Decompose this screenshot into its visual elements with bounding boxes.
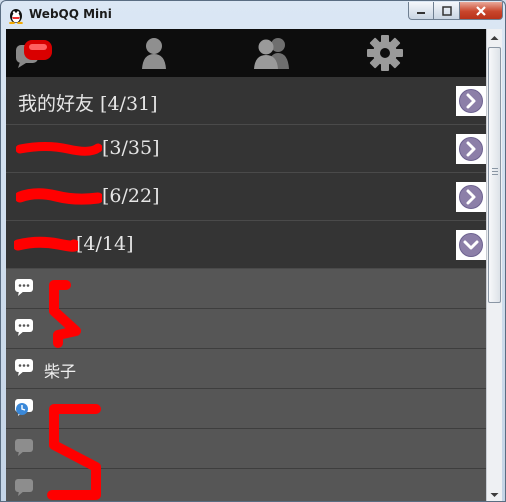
group-row[interactable]: [3/35] xyxy=(6,125,486,173)
toolbar-contacts-button[interactable] xyxy=(134,33,174,73)
close-icon xyxy=(476,5,486,16)
app-window: WebQQ Mini 我的好友 [4/31] [3/35] [6/22] [4/… xyxy=(0,0,506,502)
groups-icon xyxy=(254,38,289,69)
toolbar-settings-button[interactable] xyxy=(365,33,405,73)
redaction-mark xyxy=(14,236,78,252)
qq-chat-icon xyxy=(16,40,52,68)
minimize-button[interactable] xyxy=(408,2,434,20)
qq-penguin-icon xyxy=(9,9,23,24)
toolbar-chat-button[interactable] xyxy=(14,33,54,73)
thumb-grip xyxy=(492,174,498,175)
thumb-grip xyxy=(492,168,498,169)
group-label: 我的好友 [4/31] xyxy=(18,93,158,115)
window-title: WebQQ Mini xyxy=(29,7,112,21)
maximize-icon xyxy=(441,5,452,16)
friend-row[interactable] xyxy=(6,309,486,349)
chevron-right-icon xyxy=(459,137,483,161)
vertical-scrollbar[interactable] xyxy=(486,29,502,501)
friend-name: 柴子 xyxy=(44,362,77,381)
collapse-group-button[interactable] xyxy=(456,230,486,260)
offline-bubble-icon xyxy=(15,479,33,496)
gear-icon xyxy=(367,35,403,71)
friend-row[interactable] xyxy=(6,389,486,429)
group-row[interactable]: [4/14] xyxy=(6,221,486,269)
scroll-down-button[interactable] xyxy=(487,486,502,501)
friend-row[interactable] xyxy=(6,469,486,501)
friend-row[interactable] xyxy=(6,429,486,469)
offline-bubble-icon xyxy=(15,439,33,456)
scrollbar-thumb[interactable] xyxy=(488,47,501,303)
chat-bubble-icon xyxy=(15,359,33,376)
toolbar-groups-button[interactable] xyxy=(252,33,292,73)
friend-row[interactable] xyxy=(6,269,486,309)
group-row[interactable]: 我的好友 [4/31] xyxy=(6,77,486,125)
scroll-up-arrow-icon xyxy=(490,35,499,40)
minimize-icon xyxy=(417,11,425,14)
group-label: [3/35] xyxy=(102,137,160,159)
away-status-icon xyxy=(15,399,33,416)
expand-group-button[interactable] xyxy=(456,182,486,212)
chat-bubble-icon xyxy=(15,279,33,296)
maximize-button[interactable] xyxy=(434,2,460,20)
expand-group-button[interactable] xyxy=(456,134,486,164)
scroll-down-arrow-icon xyxy=(490,492,499,497)
chevron-down-icon xyxy=(459,233,483,257)
chat-bubble-icon xyxy=(15,319,33,336)
close-button[interactable] xyxy=(460,2,503,20)
group-row[interactable]: [6/22] xyxy=(6,173,486,221)
expand-group-button[interactable] xyxy=(456,86,486,116)
title-bar[interactable]: WebQQ Mini xyxy=(1,1,505,29)
main-toolbar xyxy=(6,29,486,77)
group-label: [4/14] xyxy=(76,233,134,255)
group-label: [6/22] xyxy=(102,185,160,207)
redaction-mark xyxy=(16,188,102,205)
friend-row[interactable]: 柴子 xyxy=(6,349,486,389)
chevron-right-icon xyxy=(459,185,483,209)
chevron-right-icon xyxy=(459,89,483,113)
app-client-area: 我的好友 [4/31] [3/35] [6/22] [4/14] 柴子 xyxy=(6,29,502,501)
thumb-grip xyxy=(492,171,498,172)
contacts-icon xyxy=(142,38,166,69)
scroll-up-button[interactable] xyxy=(487,29,502,46)
redaction-mark xyxy=(16,142,102,156)
contact-list: 我的好友 [4/31] [3/35] [6/22] [4/14] 柴子 xyxy=(6,77,486,501)
